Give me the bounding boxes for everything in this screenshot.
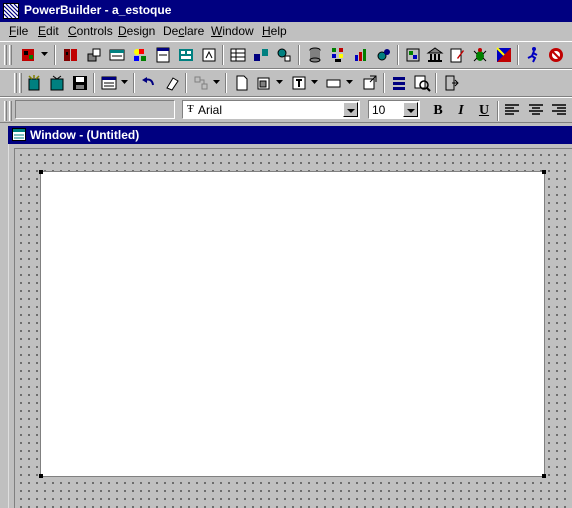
window-design-canvas[interactable] (39, 170, 546, 478)
window-painter-doc-icon[interactable] (12, 128, 26, 141)
database-painter-icon[interactable] (306, 46, 324, 64)
menu-controls[interactable]: Controls (68, 24, 113, 38)
menu-declare[interactable]: Declare (163, 24, 204, 38)
font-name-dropdown-button[interactable] (343, 102, 358, 117)
font-size-value: 10 (372, 103, 386, 117)
powerbar-toolbar (0, 41, 572, 69)
structure-painter-icon[interactable] (108, 46, 126, 64)
eraser-icon[interactable] (163, 74, 181, 92)
preview-icon[interactable] (361, 74, 379, 92)
library-icon[interactable] (426, 46, 444, 64)
truetype-font-icon: Ŧ (187, 103, 194, 115)
toolbar-separator (93, 73, 95, 93)
run-report-icon[interactable] (375, 46, 393, 64)
user-object-painter-icon[interactable] (200, 46, 218, 64)
properties-icon[interactable] (100, 74, 118, 92)
tab-order-icon[interactable] (192, 74, 210, 92)
resize-handle[interactable] (39, 170, 43, 174)
object-browser-icon[interactable] (85, 46, 103, 64)
debug-icon[interactable] (471, 46, 489, 64)
font-size-combo[interactable]: 10 (368, 100, 420, 119)
edit-script-icon[interactable] (448, 46, 466, 64)
toolbar-grip[interactable] (9, 45, 12, 65)
align-right-icon[interactable] (550, 101, 568, 119)
dropdown-arrow-icon[interactable] (41, 52, 48, 57)
underline-button[interactable]: U (474, 101, 494, 121)
dropdown-arrow-icon[interactable] (213, 80, 220, 85)
painter-toolbar (0, 69, 572, 97)
menu-bar: File Edit Controls Design Declare Window… (0, 22, 572, 41)
resize-handle[interactable] (39, 474, 43, 478)
run-icon[interactable] (524, 46, 542, 64)
font-name-value: Arial (198, 103, 223, 117)
control-list-icon[interactable] (390, 74, 408, 92)
toolbar-grip[interactable] (9, 101, 12, 121)
text-style-field[interactable] (15, 100, 175, 119)
toolbar-separator (222, 45, 224, 65)
window-painter-icon[interactable] (154, 46, 172, 64)
new-document-icon[interactable] (233, 74, 251, 92)
stop-icon[interactable] (547, 46, 565, 64)
italic-button[interactable]: I (451, 101, 471, 121)
menu-edit[interactable]: Edit (38, 24, 59, 38)
menu-file[interactable]: File (9, 24, 28, 38)
menu-design[interactable]: Design (118, 24, 155, 38)
new-object-icon[interactable] (25, 74, 43, 92)
toolbar-grip[interactable] (19, 73, 22, 93)
dropdown-arrow-icon[interactable] (276, 80, 283, 85)
dropdown-arrow-icon[interactable] (311, 80, 318, 85)
library-painter-icon[interactable] (62, 46, 80, 64)
toolbar-separator (225, 73, 227, 93)
toolbar-separator (397, 45, 399, 65)
align-left-icon[interactable] (503, 101, 521, 119)
picture-button-icon[interactable] (255, 74, 273, 92)
rectangle-icon[interactable] (325, 74, 343, 92)
undo-icon[interactable] (140, 74, 158, 92)
toolbar-grip[interactable] (14, 73, 17, 93)
toolbar-grip[interactable] (4, 101, 7, 121)
font-name-combo[interactable]: Ŧ Arial (182, 100, 360, 119)
toolbar-separator (517, 45, 519, 65)
app-title: PowerBuilder - a_estoque (24, 3, 172, 17)
function-painter-icon[interactable] (275, 46, 293, 64)
menu-window[interactable]: Window (211, 24, 254, 38)
static-text-icon[interactable] (290, 74, 308, 92)
child-window-title: Window - (Untitled) (30, 128, 140, 142)
toolbar-separator (185, 73, 187, 93)
application-painter-icon[interactable] (20, 46, 38, 64)
resize-handle[interactable] (542, 170, 546, 174)
powerbuilder-app-icon[interactable] (3, 3, 19, 19)
child-window-titlebar[interactable]: Window - (Untitled) (8, 126, 572, 144)
toolbar-separator (298, 45, 300, 65)
browser-icon[interactable] (495, 46, 513, 64)
bold-button[interactable]: B (428, 101, 448, 121)
dropdown-arrow-icon[interactable] (121, 80, 128, 85)
save-icon[interactable] (71, 74, 89, 92)
database-profile-icon[interactable] (329, 46, 347, 64)
report-painter-icon[interactable] (352, 46, 370, 64)
data-pipeline-icon[interactable] (229, 46, 247, 64)
close-painter-icon[interactable] (442, 74, 460, 92)
toolbar-separator (435, 73, 437, 93)
zoom-icon[interactable] (413, 74, 431, 92)
toolbar-separator (54, 45, 56, 65)
open-object-icon[interactable] (48, 74, 66, 92)
menu-painter-icon[interactable] (131, 46, 149, 64)
app-titlebar[interactable]: PowerBuilder - a_estoque (0, 0, 572, 22)
datawindow-painter-icon[interactable] (177, 46, 195, 64)
toolbar-separator (383, 73, 385, 93)
toolbar-grip[interactable] (4, 45, 7, 65)
toolbar-separator (133, 73, 135, 93)
toolbar-separator (497, 101, 499, 121)
dropdown-arrow-icon[interactable] (346, 80, 353, 85)
project-painter-icon[interactable] (404, 46, 422, 64)
menu-help[interactable]: Help (262, 24, 287, 38)
style-toolbar: Ŧ Arial 10 B I U (0, 97, 572, 123)
exit-icon[interactable] (568, 46, 572, 64)
font-size-dropdown-button[interactable] (403, 102, 418, 117)
resize-handle[interactable] (542, 474, 546, 478)
query-painter-icon[interactable] (252, 46, 270, 64)
align-center-icon[interactable] (527, 101, 545, 119)
